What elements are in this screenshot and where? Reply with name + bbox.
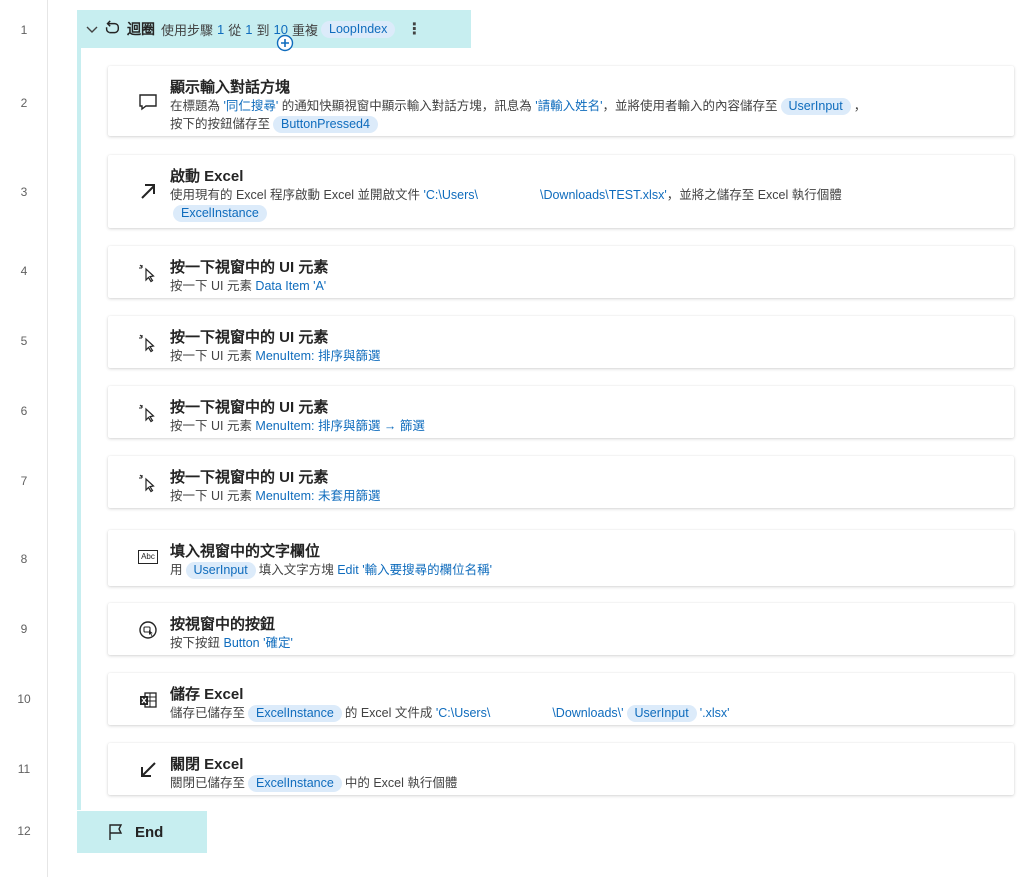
line-number: 10 (17, 692, 31, 706)
action-description: 使用現有的 Excel 程序啟動 Excel 並開啟文件 'C:\Users\ \… (170, 188, 842, 222)
variable-pill[interactable]: ExcelInstance (248, 775, 342, 792)
action-card-display-input-dialog[interactable]: 顯示輸入對話方塊 在標題為 '同仁搜尋' 的通知快顯視窗中顯示輸入對話方塊，訊息… (108, 66, 1014, 136)
line-number: 5 (20, 334, 28, 348)
action-title: 按一下視窗中的 UI 元素 (170, 469, 329, 486)
close-arrow-icon (141, 762, 156, 777)
action-title: 關閉 Excel (170, 756, 244, 773)
excel-save-icon (140, 692, 157, 708)
more-options-icon[interactable]: ⋮ (406, 19, 422, 39)
action-description: 按一下 UI 元素 MenuItem: 未套用篩選 (170, 489, 381, 503)
value-text: 'C:\Users\ (435, 706, 491, 720)
action-description: 按一下 UI 元素 MenuItem: 排序與篩選 (170, 349, 381, 363)
loop-text-to: 到 (256, 22, 270, 38)
variable-pill[interactable]: UserInput (626, 705, 697, 722)
action-card-click-ui-element[interactable]: 按一下視窗中的 UI 元素 按一下 UI 元素 MenuItem: 排序與篩選 (108, 316, 1014, 368)
action-description: 關閉已儲存至 ExcelInstance 中的 Excel 執行個體 (170, 775, 458, 792)
action-card-press-button[interactable]: 按視窗中的按鈕 按下按鈕 Button '確定' (108, 603, 1014, 655)
variable-pill[interactable]: UserInput (185, 562, 256, 579)
action-title: 啟動 Excel (170, 168, 244, 185)
loop-start-value: 1 (217, 21, 225, 37)
line-number: 9 (20, 622, 28, 636)
action-title: 按一下視窗中的 UI 元素 (170, 329, 329, 346)
action-title: 按視窗中的按鈕 (170, 616, 276, 633)
value-text: '請輸入姓名' (535, 99, 603, 113)
press-button-icon (139, 621, 157, 639)
line-number: 11 (17, 762, 31, 776)
action-card-close-excel[interactable]: 關閉 Excel 關閉已儲存至 ExcelInstance 中的 Excel 執行個… (108, 743, 1014, 795)
loop-text-from: 從 (228, 22, 242, 38)
click-icon (139, 334, 155, 353)
line-number: 8 (20, 552, 28, 566)
loop-icon (105, 20, 120, 34)
action-title: 按一下視窗中的 UI 元素 (170, 259, 329, 276)
action-title: 儲存 Excel (170, 686, 244, 703)
loop-text-repeat: 重複 (291, 22, 318, 38)
value-text: 'C:\Users\ (423, 188, 478, 202)
end-label: End (135, 823, 164, 841)
line-number: 4 (20, 264, 28, 278)
action-title: 填入視窗中的文字欄位 (170, 543, 321, 560)
action-title: 按一下視窗中的 UI 元素 (170, 399, 329, 416)
line-number: 12 (17, 824, 31, 838)
action-card-click-ui-element[interactable]: 按一下視窗中的 UI 元素 按一下 UI 元素 Data Item 'A' (108, 246, 1014, 298)
loop-rail (77, 10, 81, 810)
action-card-save-excel[interactable]: 儲存 Excel 儲存已儲存至 ExcelInstance 的 Excel 文件成 … (108, 673, 1014, 725)
click-icon (139, 474, 155, 493)
action-description: 在標題為 '同仁搜尋' 的通知快顯視窗中顯示輸入對話方塊，訊息為 '請輸入姓名'… (170, 98, 867, 133)
value-text: \Downloads\' (552, 706, 624, 720)
action-description: 按一下 UI 元素 MenuItem: 排序與篩選 → 篩選 (170, 419, 425, 433)
textbox-icon: Abc (138, 550, 158, 564)
action-description: 儲存已儲存至 ExcelInstance 的 Excel 文件成 'C:\Users… (170, 705, 730, 722)
click-icon (139, 264, 155, 283)
value-text: Data Item 'A' (255, 279, 327, 293)
value-text: MenuItem: 排序與篩選 → 篩選 (255, 419, 425, 433)
action-card-populate-text-field[interactable]: Abc 填入視窗中的文字欄位 用 UserInput 填入文字方塊 Edit '輸入… (108, 530, 1014, 586)
variable-pill[interactable]: ExcelInstance (248, 705, 342, 722)
action-description: 按一下 UI 元素 Data Item 'A' (170, 279, 327, 293)
action-description: 用 UserInput 填入文字方塊 Edit '輸入要搜尋的欄位名稱' (170, 562, 492, 579)
value-text: Button '確定' (223, 636, 293, 650)
click-icon (139, 404, 155, 423)
loop-variable-pill[interactable]: LoopIndex (321, 20, 396, 38)
value-text: '同仁搜尋' (223, 99, 279, 113)
chevron-down-icon[interactable] (85, 22, 99, 36)
action-card-click-ui-element[interactable]: 按一下視窗中的 UI 元素 按一下 UI 元素 MenuItem: 未套用篩選 (108, 456, 1014, 508)
message-icon (139, 94, 157, 111)
loop-action-header[interactable]: 迴圈 使用步驟 1 從 1 到 10 重複 LoopIndex ⋮ (77, 10, 471, 48)
line-number-gutter: 1 2 3 4 5 6 7 8 9 10 11 12 (0, 0, 48, 877)
line-number: 1 (20, 23, 28, 37)
action-card-launch-excel[interactable]: 啟動 Excel 使用現有的 Excel 程序啟動 Excel 並開啟文件 'C… (108, 155, 1014, 228)
launch-arrow-icon (141, 184, 155, 199)
value-text: MenuItem: 排序與篩選 (255, 349, 381, 363)
line-number: 3 (20, 185, 28, 199)
flag-icon (109, 824, 123, 840)
value-text: '.xlsx' (699, 706, 730, 720)
loop-title: 迴圈 (127, 21, 155, 37)
variable-pill[interactable]: ExcelInstance (173, 205, 267, 222)
line-number: 7 (20, 474, 28, 488)
value-text: \Downloads\TEST.xlsx' (539, 188, 667, 202)
variable-pill[interactable]: ButtonPressed4 (273, 116, 378, 133)
value-text: MenuItem: 未套用篩選 (255, 489, 381, 503)
action-card-click-ui-element[interactable]: 按一下視窗中的 UI 元素 按一下 UI 元素 MenuItem: 排序與篩選 … (108, 386, 1014, 438)
line-number: 6 (20, 404, 28, 418)
line-number: 2 (20, 96, 28, 110)
loop-from-value: 1 (245, 21, 253, 37)
variable-pill[interactable]: UserInput (780, 98, 851, 115)
loop-end-block[interactable]: End (77, 811, 207, 853)
add-action-icon[interactable] (276, 34, 294, 52)
action-title: 顯示輸入對話方塊 (170, 79, 291, 96)
action-description: 按下按鈕 Button '確定' (170, 636, 293, 650)
loop-text-pre: 使用步驟 (161, 22, 214, 38)
value-text: Edit '輸入要搜尋的欄位名稱' (337, 563, 492, 577)
